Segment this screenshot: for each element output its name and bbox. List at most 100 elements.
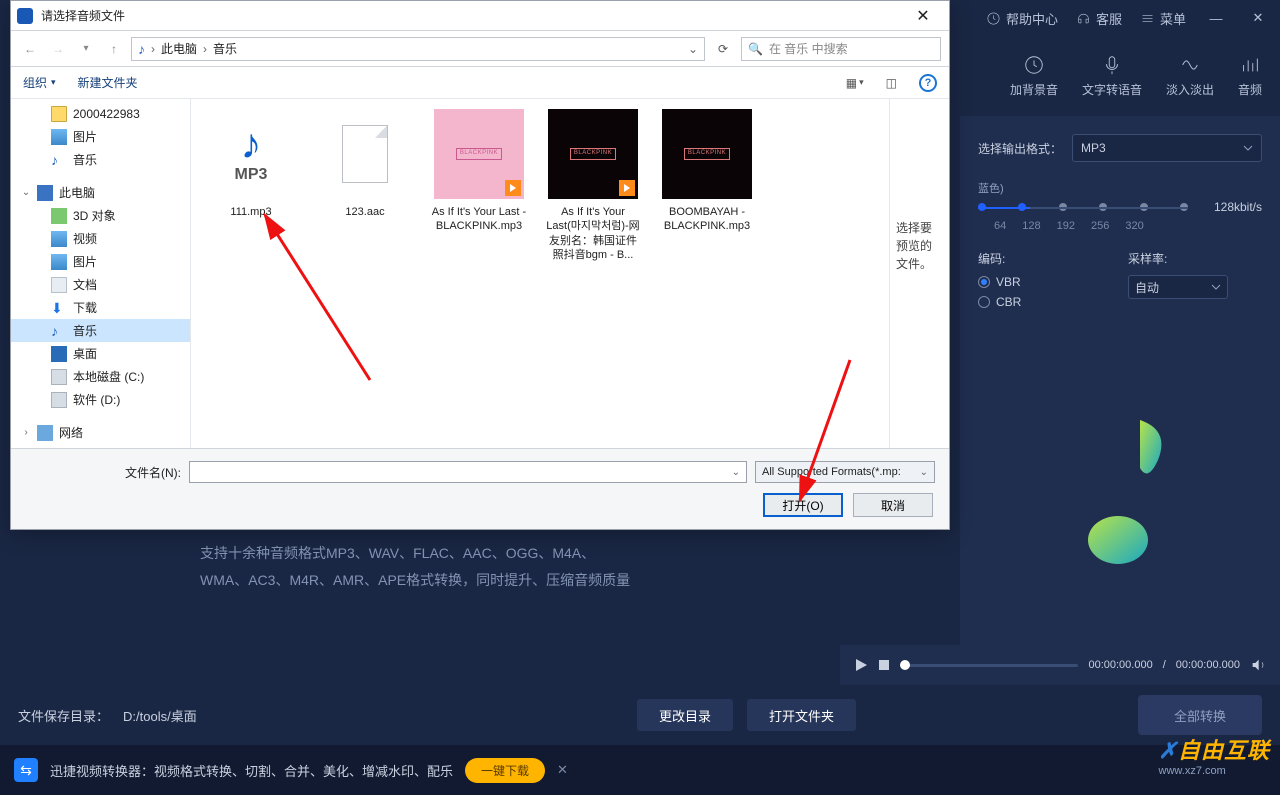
tree-node-2000422983[interactable]: 2000422983 bbox=[11, 103, 190, 125]
tree-node-music[interactable]: ♪音乐 bbox=[11, 319, 190, 342]
tree-node-pictures2[interactable]: 图片 bbox=[11, 250, 190, 273]
aac-file-icon bbox=[320, 109, 410, 199]
open-button[interactable]: 打开(O) bbox=[763, 493, 843, 517]
tree-node-music-top[interactable]: ♪音乐 bbox=[11, 148, 190, 171]
output-format-select[interactable]: MP3 bbox=[1072, 134, 1262, 162]
quality-hint: 蓝色) bbox=[978, 180, 1262, 196]
customer-service-link[interactable]: 客服 bbox=[1076, 9, 1122, 28]
convert-all-button[interactable]: 全部转换 bbox=[1138, 695, 1262, 735]
clock-icon bbox=[986, 11, 1001, 26]
customer-service-label: 客服 bbox=[1096, 9, 1122, 28]
tree-node-network[interactable]: ›网络 bbox=[11, 421, 190, 444]
help-center-link[interactable]: 帮助中心 bbox=[986, 9, 1058, 28]
ad-close-button[interactable]: ✕ bbox=[557, 762, 568, 778]
change-dir-button[interactable]: 更改目录 bbox=[637, 699, 733, 731]
play-icon[interactable] bbox=[854, 658, 868, 672]
new-folder-button[interactable]: 新建文件夹 bbox=[78, 74, 138, 91]
tree-node-downloads[interactable]: ⬇下载 bbox=[11, 296, 190, 319]
watermark: ✗自由互联 www.xz7.com bbox=[1159, 733, 1270, 777]
dialog-titlebar: 请选择音频文件 ✕ bbox=[11, 1, 949, 31]
open-folder-button[interactable]: 打开文件夹 bbox=[747, 699, 856, 731]
nav-back-button[interactable]: ← bbox=[19, 38, 41, 60]
album-art-icon: BLACKPINK bbox=[434, 109, 524, 199]
album-art-icon: BLACKPINK bbox=[662, 109, 752, 199]
sample-rate-select[interactable]: 自动 bbox=[1128, 275, 1228, 299]
tool-tts[interactable]: 文字转语音 bbox=[1082, 54, 1142, 98]
save-dir-path: D:/tools/桌面 bbox=[123, 706, 623, 725]
tool-add-bg[interactable]: 加背景音 bbox=[1010, 54, 1058, 98]
nav-forward-button[interactable]: → bbox=[47, 38, 69, 60]
breadcrumb-item-music[interactable]: 音乐 bbox=[213, 40, 237, 57]
file-name: As If It's Your Last - BLACKPINK.mp3 bbox=[431, 205, 527, 234]
tool-fade[interactable]: 淡入淡出 bbox=[1166, 54, 1214, 98]
music-art-placeholder bbox=[978, 375, 1262, 615]
bitrate-value-label: 128kbit/s bbox=[1214, 200, 1262, 214]
file-item-boombayah[interactable]: BLACKPINK BOOMBAYAH - BLACKPINK.mp3 bbox=[659, 109, 755, 234]
refresh-button[interactable]: ⟳ bbox=[711, 42, 735, 56]
tree-node-3d[interactable]: 3D 对象 bbox=[11, 204, 190, 227]
hamburger-icon bbox=[1140, 11, 1155, 26]
player-bar: 00:00:00.000 / 00:00:00.000 bbox=[840, 645, 1280, 685]
tree-node-diskd[interactable]: 软件 (D:) bbox=[11, 388, 190, 411]
time-sep: / bbox=[1163, 659, 1166, 671]
file-item-asif1[interactable]: BLACKPINK As If It's Your Last - BLACKPI… bbox=[431, 109, 527, 234]
output-format-label: 选择输出格式： bbox=[978, 140, 1062, 157]
dialog-title: 请选择音频文件 bbox=[41, 7, 903, 24]
fade-icon bbox=[1179, 54, 1201, 76]
headset-icon bbox=[1076, 11, 1091, 26]
search-icon: 🔍 bbox=[748, 42, 763, 56]
tree-node-pictures[interactable]: 图片 bbox=[11, 125, 190, 148]
cancel-button[interactable]: 取消 bbox=[853, 493, 933, 517]
stop-icon[interactable] bbox=[878, 659, 890, 671]
file-list: ♪ MP3 111.mp3 123.aac BLACKPINK As If It… bbox=[191, 99, 889, 448]
preview-pane-button[interactable]: ◫ bbox=[886, 76, 897, 90]
tool-add-bg-label: 加背景音 bbox=[1010, 81, 1058, 98]
file-type-filter[interactable]: All Supported Formats(*.mp:⌄ bbox=[755, 461, 935, 483]
tree-node-videos[interactable]: 视频 bbox=[11, 227, 190, 250]
dialog-close-button[interactable]: ✕ bbox=[903, 6, 943, 26]
filename-input[interactable]: ⌄ bbox=[189, 461, 747, 483]
mic-icon bbox=[1101, 54, 1123, 76]
tree-node-docs[interactable]: 文档 bbox=[11, 273, 190, 296]
music-note-icon: ♪ bbox=[138, 41, 145, 57]
settings-panel: 选择输出格式： MP3 蓝色) 128kbit/s 64 128 192 256… bbox=[960, 116, 1280, 646]
play-badge-icon bbox=[619, 180, 635, 196]
tool-audio[interactable]: 音频 bbox=[1238, 54, 1262, 98]
file-item-asif2[interactable]: BLACKPINK As If It's Your Last(마지막처럼)-网友… bbox=[545, 109, 641, 262]
help-button[interactable]: ? bbox=[919, 74, 937, 92]
volume-icon[interactable] bbox=[1250, 657, 1266, 673]
nav-recent-button[interactable]: ▾ bbox=[75, 38, 97, 60]
radio-vbr[interactable]: VBR bbox=[978, 275, 1112, 289]
view-mode-button[interactable]: ▦ ▾ bbox=[846, 76, 864, 90]
minimize-button[interactable]: — bbox=[1204, 11, 1228, 26]
breadcrumb[interactable]: ♪ › 此电脑 › 音乐 ⌄ bbox=[131, 37, 705, 61]
folder-tree: 2000422983 图片 ♪音乐 ⌄此电脑 3D 对象 视频 图片 文档 ⬇下… bbox=[11, 99, 191, 448]
filename-label: 文件名(N): bbox=[25, 464, 181, 481]
tree-node-diskc[interactable]: 本地磁盘 (C:) bbox=[11, 365, 190, 388]
output-format-value: MP3 bbox=[1081, 141, 1106, 155]
breadcrumb-item-pc[interactable]: 此电脑 bbox=[161, 40, 197, 57]
bars-icon bbox=[1239, 54, 1261, 76]
search-input[interactable]: 🔍 在 音乐 中搜索 bbox=[741, 37, 941, 61]
menu-link[interactable]: 菜单 bbox=[1140, 9, 1186, 28]
nav-up-button[interactable]: ↑ bbox=[103, 38, 125, 60]
radio-cbr[interactable]: CBR bbox=[978, 295, 1112, 309]
close-button[interactable]: ✕ bbox=[1246, 10, 1270, 26]
album-art-icon: BLACKPINK bbox=[548, 109, 638, 199]
ad-download-button[interactable]: 一键下载 bbox=[465, 758, 545, 783]
tool-audio-label: 音频 bbox=[1238, 81, 1262, 98]
file-name: 111.mp3 bbox=[203, 205, 299, 219]
bitrate-labels: 64 128 192 256 320 bbox=[994, 220, 1262, 232]
file-item-111mp3[interactable]: ♪ MP3 111.mp3 bbox=[203, 109, 299, 219]
organize-button[interactable]: 组织 ▾ bbox=[23, 74, 56, 91]
preview-hint: 选择要预览的文件。 bbox=[896, 221, 932, 271]
player-progress[interactable] bbox=[900, 664, 1078, 667]
breadcrumb-dropdown-icon[interactable]: ⌄ bbox=[688, 42, 698, 56]
music-note-icon bbox=[1050, 410, 1190, 580]
tree-node-desktop[interactable]: 桌面 bbox=[11, 342, 190, 365]
main-description: 支持十余种音频格式MP3、WAV、FLAC、AAC、OGG、M4A、 WMA、A… bbox=[200, 540, 850, 593]
tree-node-this-pc[interactable]: ⌄此电脑 bbox=[11, 181, 190, 204]
file-item-123aac[interactable]: 123.aac bbox=[317, 109, 413, 219]
dialog-footer: 文件名(N): ⌄ All Supported Formats(*.mp:⌄ 打… bbox=[11, 448, 949, 529]
chevron-down-icon bbox=[1243, 143, 1253, 153]
